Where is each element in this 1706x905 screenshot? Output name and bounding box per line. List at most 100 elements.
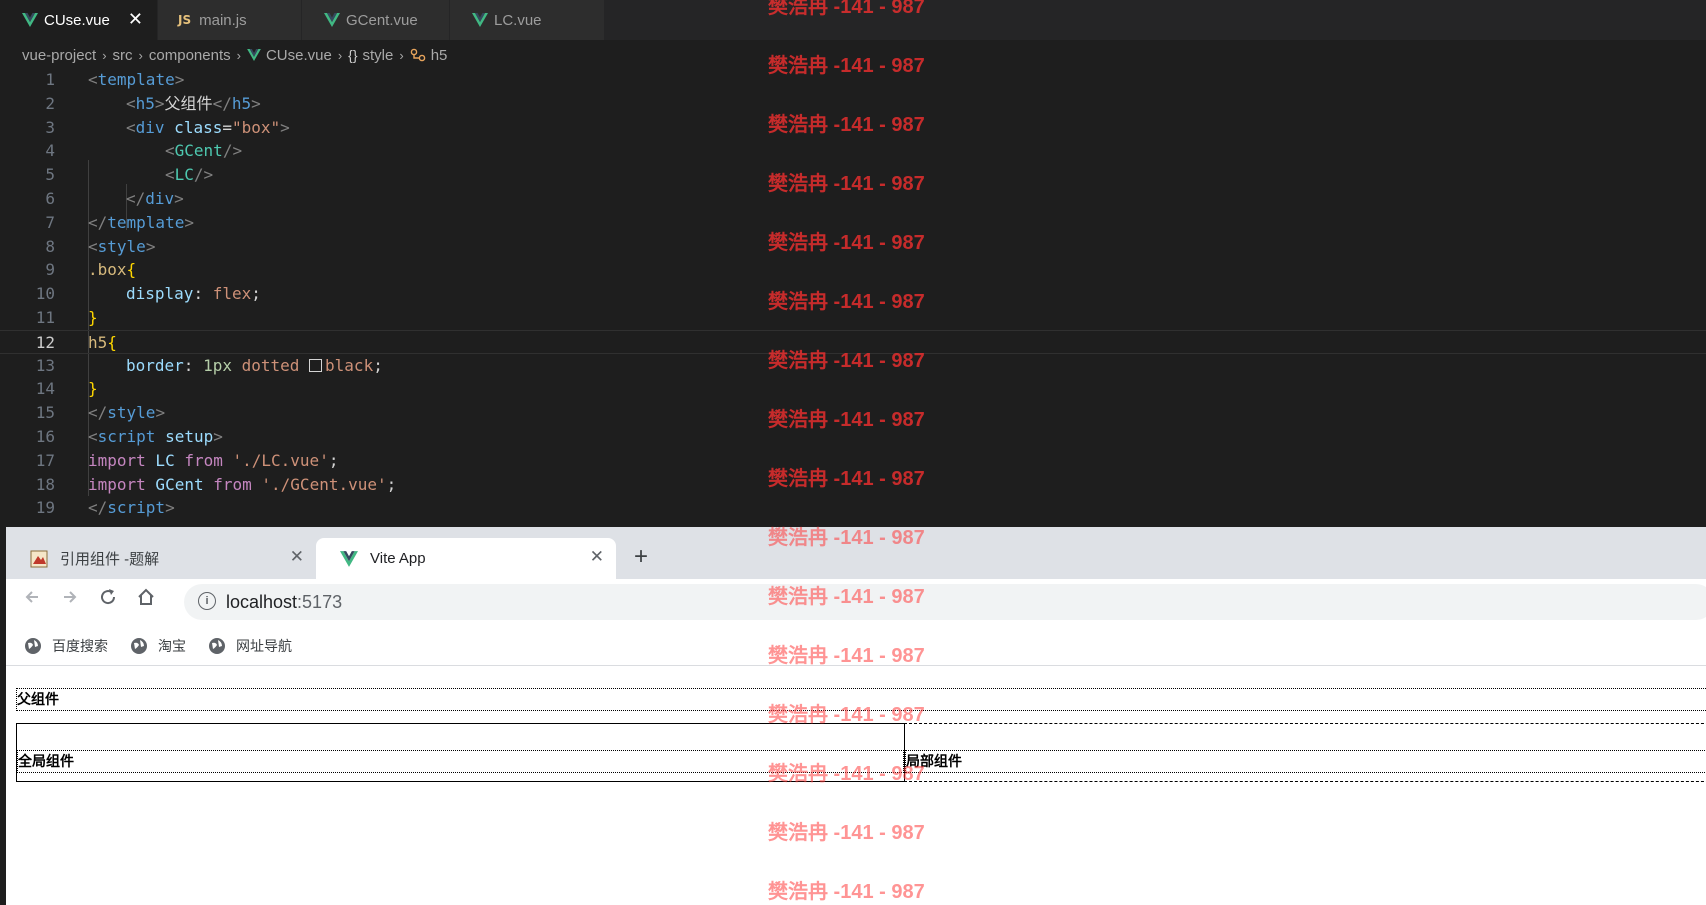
browser-tab-label: Vite App: [370, 550, 426, 567]
page-heading: 父组件: [16, 688, 1706, 711]
global-component: 全局组件: [16, 723, 905, 782]
browser-tab-strip: 引用组件 -题解 ✕ Vite App ✕ +: [6, 527, 1706, 579]
line-number: 17: [35, 450, 55, 470]
line-number: 19: [35, 498, 55, 518]
home-icon[interactable]: [136, 587, 156, 607]
code-line: 18 import GCent from './GCent.vue';: [0, 473, 1706, 497]
globe-icon: [209, 638, 225, 654]
breadcrumb-item[interactable]: vue-project: [22, 47, 96, 64]
line-number: 10: [35, 284, 55, 304]
vue-icon: [472, 13, 488, 27]
breadcrumb-item[interactable]: CUse.vue: [266, 47, 332, 64]
code-line: 7 </template>: [0, 211, 1706, 235]
local-component-title: 局部组件: [905, 750, 1706, 773]
line-number: 11: [35, 307, 55, 327]
code-line: 2 <h5>父组件</h5>: [0, 92, 1706, 116]
line-number: 5: [45, 165, 55, 185]
bookmarks-bar: 百度搜索 淘宝 网址导航: [6, 627, 1706, 666]
code-line: 11}: [0, 306, 1706, 330]
breadcrumb-item[interactable]: src: [113, 47, 133, 64]
line-number: 1: [45, 70, 55, 89]
vue-icon: [22, 13, 38, 27]
new-tab-button[interactable]: +: [634, 543, 648, 571]
tab-label: LC.vue: [494, 11, 542, 29]
line-number: 12: [35, 332, 55, 352]
local-component: 局部组件: [904, 723, 1706, 782]
breadcrumb-item[interactable]: h5: [431, 47, 448, 64]
browser-toolbar: i localhost:5173: [6, 579, 1706, 627]
bookmark-item[interactable]: 网址导航: [208, 636, 292, 656]
info-icon[interactable]: i: [198, 592, 216, 610]
close-icon[interactable]: ✕: [290, 547, 304, 567]
vue-icon: [324, 13, 340, 27]
reload-icon[interactable]: [98, 587, 118, 607]
code-line: 8 <style>: [0, 235, 1706, 259]
close-icon[interactable]: ✕: [128, 9, 143, 30]
page-content: 父组件 全局组件 局部组件: [6, 666, 1706, 905]
line-number: 3: [45, 117, 55, 137]
editor-tab-bar: CUse.vue ✕ JS main.js GCent.vue LC.vue: [0, 0, 1706, 41]
component-box: 全局组件 局部组件: [16, 723, 1706, 782]
tab-label: CUse.vue: [44, 11, 110, 29]
line-number: 9: [45, 260, 55, 280]
code-line: 4 <GCent/>: [0, 139, 1706, 163]
forward-icon[interactable]: [60, 587, 80, 607]
vue-icon: [247, 49, 261, 61]
tab-label: main.js: [199, 11, 247, 29]
line-number: 7: [45, 212, 55, 232]
chevron-right-icon: ›: [236, 47, 241, 63]
globe-icon: [25, 638, 41, 654]
globe-icon: [131, 638, 147, 654]
selector-icon: [410, 48, 426, 62]
browser-tab[interactable]: 引用组件 -题解 ✕: [6, 538, 316, 579]
code-editor: CUse.vue ✕ JS main.js GCent.vue LC.vue v…: [0, 0, 1706, 527]
line-number: 18: [35, 474, 55, 494]
line-number: 14: [35, 379, 55, 399]
color-swatch-icon[interactable]: [309, 358, 323, 372]
line-number: 15: [35, 403, 55, 423]
code-line-current: 12 h5{: [0, 329, 1706, 354]
global-component-title: 全局组件: [17, 750, 904, 773]
braces-icon: {}: [348, 47, 358, 63]
line-number: 2: [45, 93, 55, 113]
chevron-right-icon: ›: [399, 47, 404, 63]
code-line: 10 display: flex;: [0, 282, 1706, 306]
breadcrumb-item[interactable]: components: [149, 47, 231, 64]
breadcrumb: vue-project › src › components › CUse.vue › …: [22, 44, 447, 66]
chevron-right-icon: ›: [102, 47, 107, 63]
code-line: 5 <LC/>: [0, 163, 1706, 187]
page-favicon-icon: [30, 550, 48, 567]
code-line: 6 </div>: [0, 187, 1706, 211]
tab-gcent-vue[interactable]: GCent.vue: [302, 0, 450, 40]
close-icon[interactable]: ✕: [590, 547, 604, 567]
tab-label: GCent.vue: [346, 11, 418, 29]
line-number: 8: [45, 236, 55, 256]
bookmark-item[interactable]: 淘宝: [130, 636, 186, 656]
url-text[interactable]: localhost:5173: [226, 592, 342, 613]
tab-cuse-vue[interactable]: CUse.vue ✕: [0, 0, 158, 40]
code-area[interactable]: 1 <template> 2 <h5>父组件</h5> 3 <div class="b…: [0, 68, 1706, 520]
code-line: 14}: [0, 377, 1706, 401]
back-icon[interactable]: [22, 587, 42, 607]
browser-tab-active[interactable]: Vite App ✕: [316, 538, 616, 579]
browser-tab-label: 引用组件 -题解: [60, 551, 160, 568]
line-number: 13: [35, 355, 55, 375]
code-line: 3 <div class="box">: [0, 116, 1706, 140]
code-line: 19 </script>: [0, 496, 1706, 520]
code-line: 13 border: 1px dotted black;: [0, 354, 1706, 378]
vite-favicon-icon: [340, 550, 358, 567]
browser-window: 引用组件 -题解 ✕ Vite App ✕ + i localhost:5173…: [6, 527, 1706, 905]
code-line: 9 .box{: [0, 258, 1706, 282]
code-line: 17 import LC from './LC.vue';: [0, 449, 1706, 473]
chevron-right-icon: ›: [337, 47, 343, 63]
line-number: 16: [35, 426, 55, 446]
tab-main-js[interactable]: JS main.js: [158, 0, 302, 40]
chevron-right-icon: ›: [138, 47, 143, 63]
address-bar[interactable]: i localhost:5173: [184, 584, 1706, 620]
breadcrumb-item[interactable]: style: [363, 47, 394, 64]
line-number: 6: [45, 188, 55, 208]
bookmark-item[interactable]: 百度搜索: [24, 636, 108, 656]
code-line: 16 <script setup>: [0, 425, 1706, 449]
code-line: 1 <template>: [0, 68, 1706, 92]
tab-lc-vue[interactable]: LC.vue: [450, 0, 605, 40]
